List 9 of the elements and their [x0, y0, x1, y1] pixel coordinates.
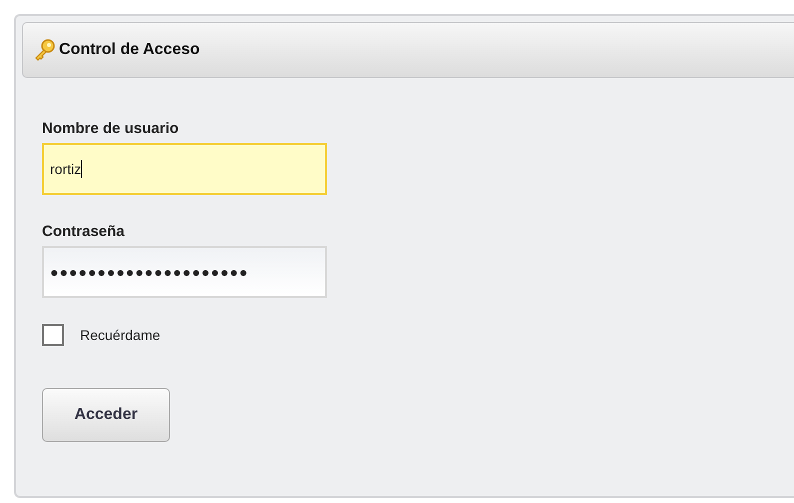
- checkbox[interactable]: [42, 324, 64, 346]
- input-field[interactable]: ●●●●●●●●●●●●●●●●●●●●●: [42, 246, 327, 298]
- input-field[interactable]: rortiz: [42, 143, 327, 195]
- panel-title: Control de Acceso: [59, 41, 200, 59]
- field-label: Contraseña: [42, 223, 125, 240]
- key-icon: [33, 38, 57, 62]
- field-label: Nombre de usuario: [42, 120, 179, 137]
- login-button[interactable]: Acceder: [42, 388, 170, 442]
- checkbox-label: Recuérdame: [80, 327, 160, 343]
